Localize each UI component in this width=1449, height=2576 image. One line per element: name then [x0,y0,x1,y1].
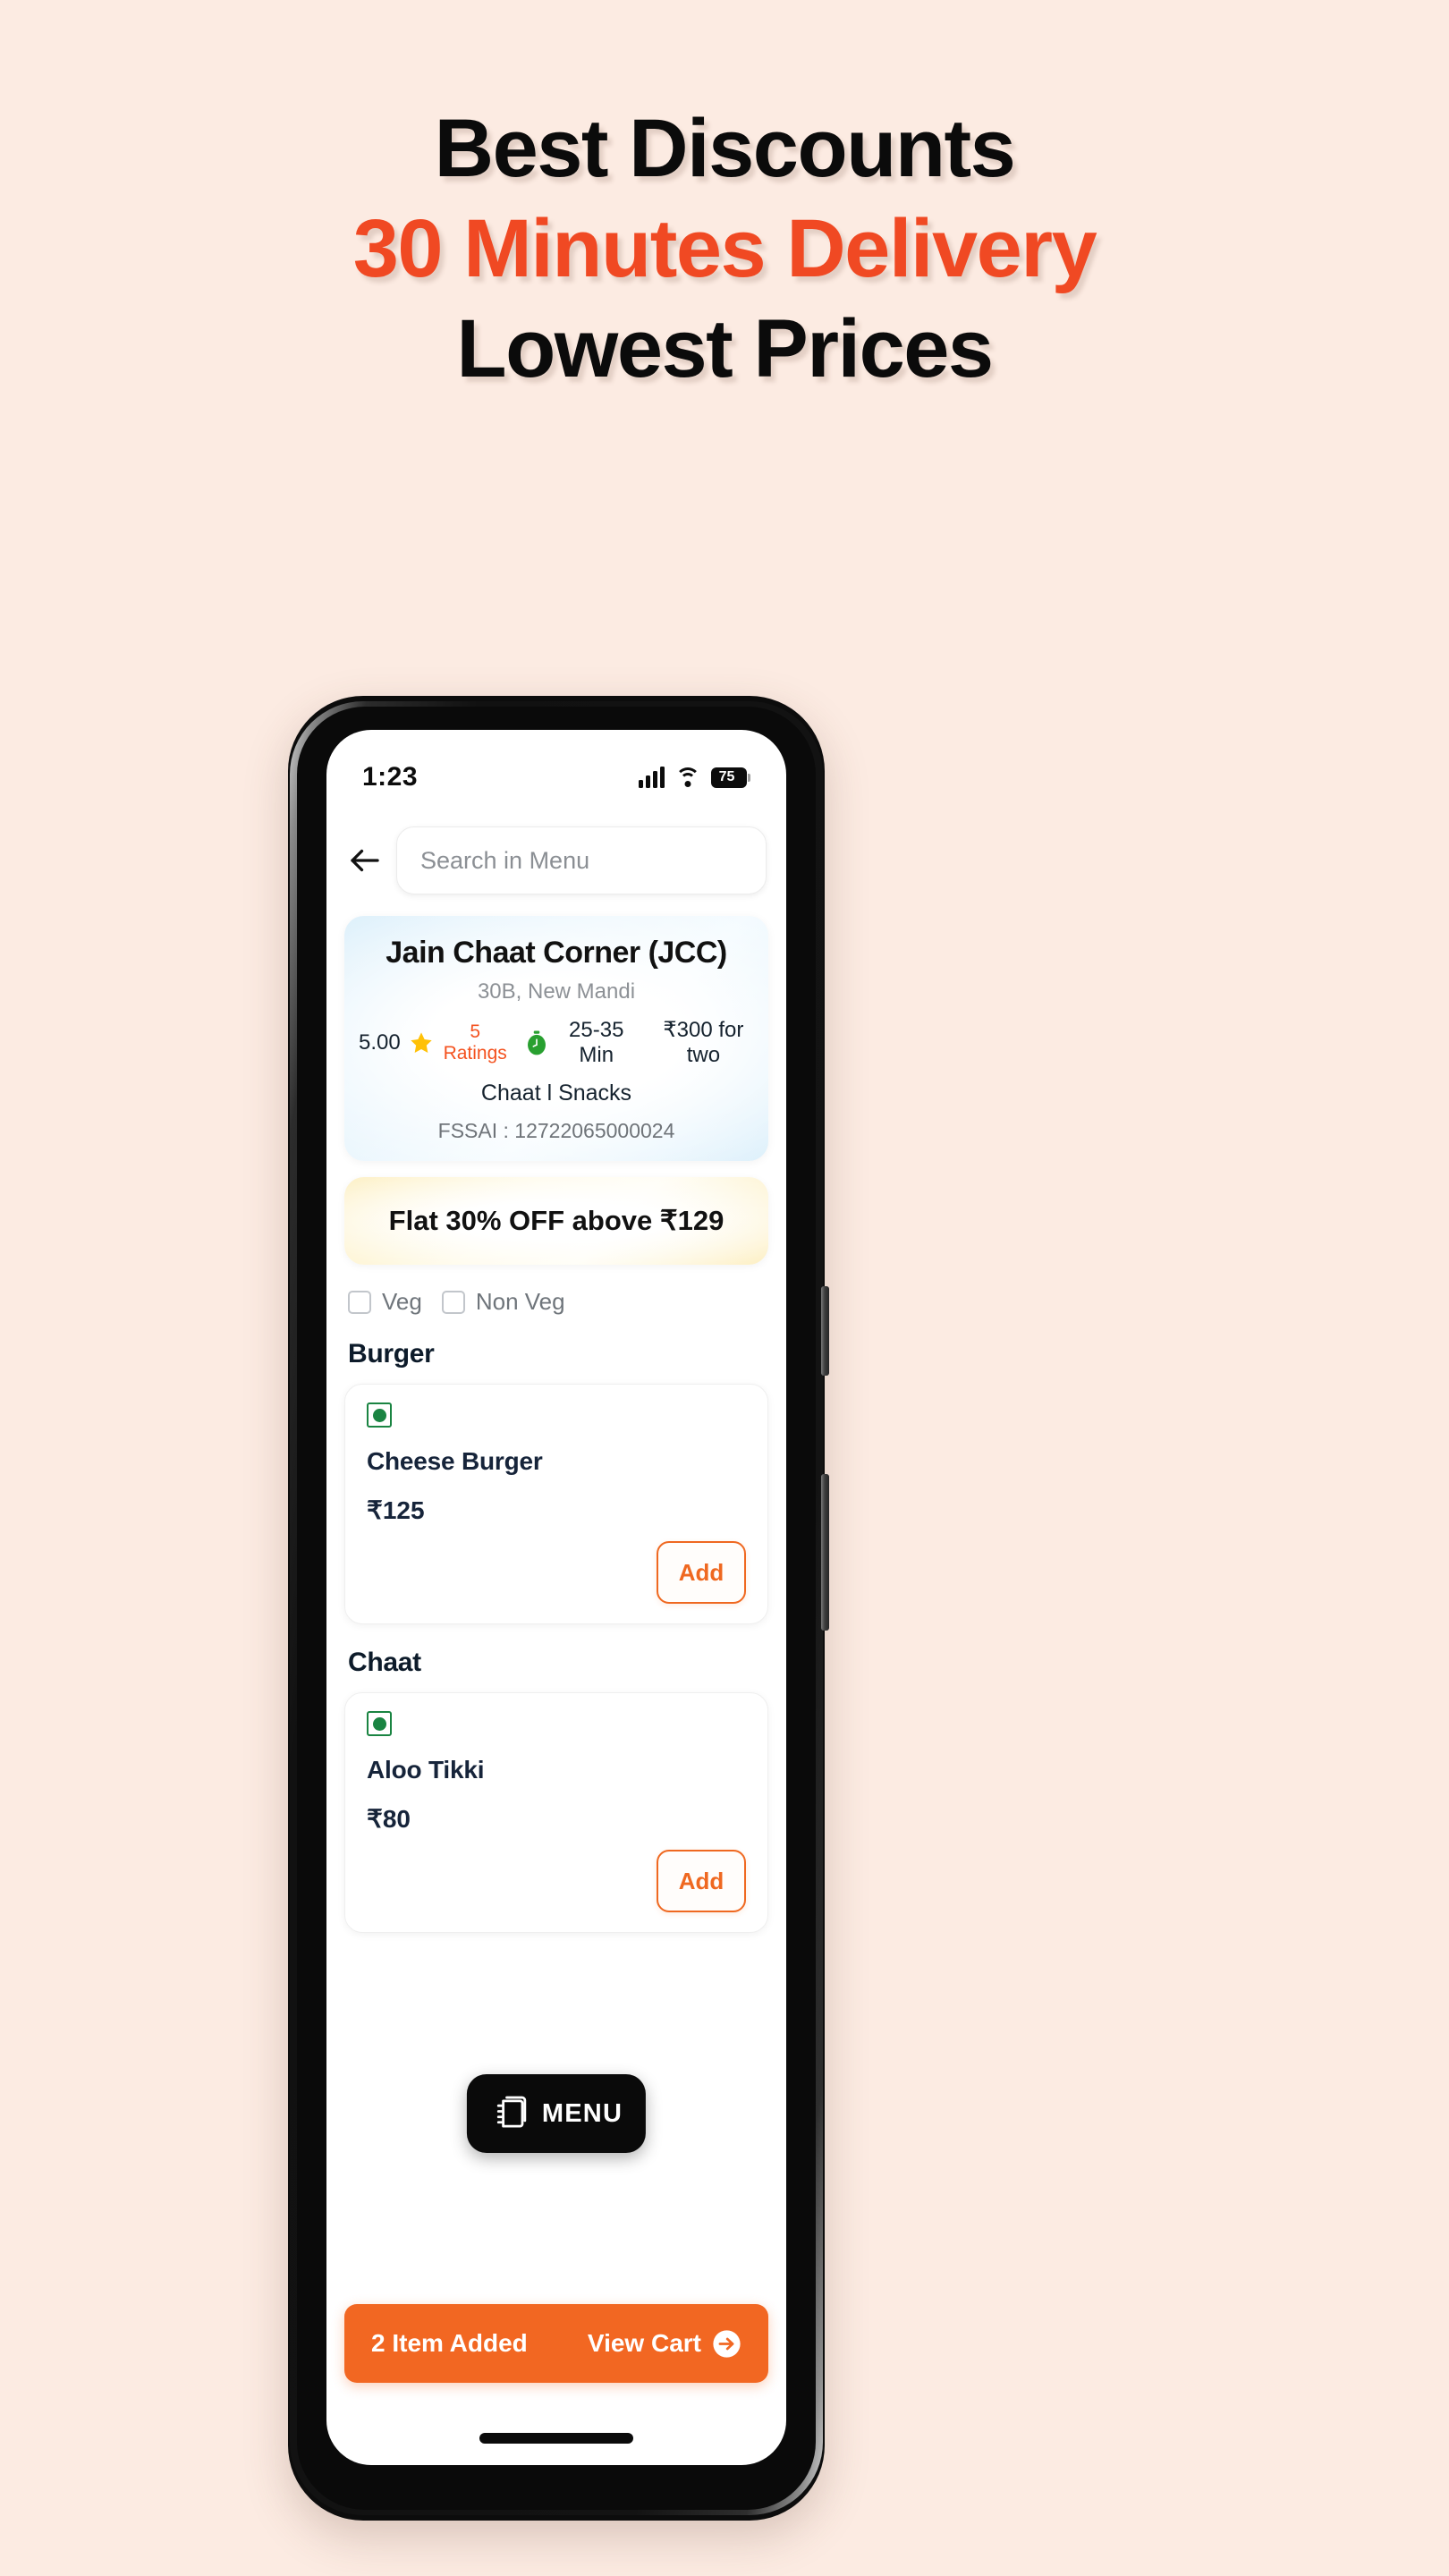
promo-headline: Best Discounts 30 Minutes Delivery Lowes… [0,98,1449,400]
section-title-chaat: Chaat [348,1648,421,1677]
add-button[interactable]: Add [657,1541,746,1604]
restaurant-info-card: Jain Chaat Corner (JCC) 30B, New Mandi 5… [344,916,768,1161]
restaurant-name: Jain Chaat Corner (JCC) [386,936,727,970]
cart-bar[interactable]: 2 Item Added View Cart [344,2304,768,2383]
view-cart-label: View Cart [587,2329,701,2357]
battery-level: 75 [711,767,747,788]
add-button-row: Add [367,1541,746,1604]
signal-bars-icon [639,766,665,788]
menu-book-icon [496,2096,527,2128]
status-icons: 75 [639,766,751,788]
status-bar: 1:23 75 [326,753,786,801]
filter-non-veg-label: Non Veg [475,1288,565,1315]
search-placeholder: Search in Menu [420,846,590,874]
phone-screen: 1:23 75 Search in Menu Jain Chaat Corner… [326,730,786,2465]
filter-veg-label: Veg [382,1288,422,1315]
menu-item-price: ₹80 [367,1805,411,1833]
search-input[interactable]: Search in Menu [396,826,767,894]
menu-item-card[interactable]: Cheese Burger ₹125 Add [344,1384,768,1624]
arrow-right-circle-icon [713,2329,741,2358]
delivery-time: 25-35 Min [569,1017,624,1067]
restaurant-address: 30B, New Mandi [477,979,636,1004]
volume-button[interactable] [821,1474,829,1631]
restaurant-fssai: FSSAI : 12722065000024 [437,1119,675,1142]
cost-for-two: ₹300 for two [663,1018,744,1067]
menu-item-name: Aloo Tikki [367,1756,485,1784]
non-veg-checkbox[interactable] [441,1290,465,1314]
wifi-icon [675,767,700,787]
menu-scroll-area[interactable]: Jain Chaat Corner (JCC) 30B, New Mandi 5… [326,916,786,1933]
offer-banner[interactable]: Flat 30% OFF above ₹129 [344,1177,768,1265]
veg-indicator-icon [367,1711,392,1736]
menu-fab-button[interactable]: MENU [466,2074,647,2153]
filter-veg[interactable]: Veg [348,1288,422,1316]
section-title-burger: Burger [348,1339,435,1368]
add-button[interactable]: Add [657,1850,746,1912]
headline-line-2: 30 Minutes Delivery [352,203,1097,295]
promo-page: Best Discounts 30 Minutes Delivery Lowes… [0,0,1449,2576]
offer-text: Flat 30% OFF above ₹129 [388,1205,724,1236]
view-cart-button[interactable]: View Cart [588,2329,741,2359]
app-topbar: Search in Menu [326,807,786,903]
star-icon [411,1031,432,1053]
veg-checkbox[interactable] [348,1290,371,1314]
add-button-row: Add [367,1850,746,1912]
filter-non-veg[interactable]: Non Veg [441,1288,565,1316]
menu-item-name: Cheese Burger [367,1447,543,1475]
headline-line-1: Best Discounts [434,103,1016,194]
rating-value: 5.00 [359,1030,401,1055]
phone-mockup: 1:23 75 Search in Menu Jain Chaat Corner… [288,696,829,2521]
status-clock: 1:23 [362,762,419,792]
app-content: Search in Menu Jain Chaat Corner (JCC) 3… [326,807,786,2465]
menu-fab-label: MENU [541,2098,623,2128]
headline-line-3: Lowest Prices [456,303,994,395]
restaurant-meta-row: 5.00 5 Ratings 25-35 Min ₹300 for two [359,1017,754,1068]
cart-item-count: 2 Item Added [371,2329,528,2357]
veg-indicator-icon [367,1402,392,1428]
ratings-count: 5 Ratings [443,1021,507,1063]
power-button[interactable] [821,1286,829,1376]
battery-icon: 75 [711,767,751,788]
home-indicator[interactable] [479,2433,633,2444]
menu-item-price: ₹125 [367,1496,425,1524]
diet-filters: Veg Non Veg [344,1288,768,1316]
back-arrow-icon[interactable] [346,842,384,879]
stopwatch-icon [527,1030,546,1055]
restaurant-cuisine: Chaat l Snacks [480,1080,632,1106]
menu-item-card[interactable]: Aloo Tikki ₹80 Add [344,1692,768,1933]
